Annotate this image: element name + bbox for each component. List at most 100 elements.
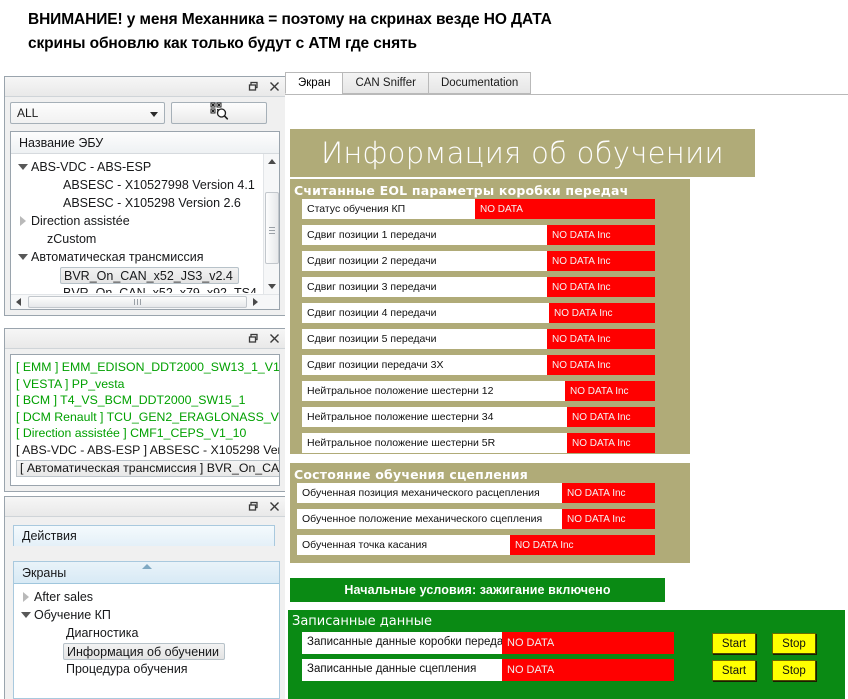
parameter-row: Сдвиг позиции 1 передачиNO DATA Inc: [302, 225, 655, 245]
scroll-down-icon[interactable]: [264, 279, 280, 294]
tree-item[interactable]: Автоматическая трансмиссия: [11, 248, 262, 266]
parameter-label: Статус обучения КП: [302, 199, 475, 219]
loaded-ecu-log-panel: [ EMM ] EMM_EDISON_DDT2000_SW13_1_V1_3[ …: [4, 328, 286, 492]
restore-icon[interactable]: [246, 331, 261, 346]
tree-item[interactable]: Direction assistée: [11, 212, 262, 230]
log-line[interactable]: [ EMM ] EMM_EDISON_DDT2000_SW13_1_V1_3: [16, 359, 274, 376]
tree-item[interactable]: ABSESC - X105298 Version 2.6: [11, 194, 262, 212]
tree-item[interactable]: After sales: [14, 588, 279, 606]
scroll-left-icon[interactable]: [11, 295, 26, 309]
log-list[interactable]: [ EMM ] EMM_EDISON_DDT2000_SW13_1_V1_3[ …: [10, 354, 280, 486]
app-window: ВНИМАНИЕ! у меня Механника = поэтому на …: [0, 0, 848, 699]
log-line[interactable]: [ Direction assistée ] CMF1_CEPS_V1_10: [16, 425, 274, 442]
parameter-row: Нейтральное положение шестерни 34NO DATA…: [302, 407, 655, 427]
ecu-filter-combobox[interactable]: ALL: [10, 102, 165, 124]
restore-icon[interactable]: [246, 79, 261, 94]
screens-tree[interactable]: After salesОбучение КПДиагностикаИнформа…: [14, 585, 279, 698]
parameter-label: Обученная позиция механического расцепле…: [297, 483, 562, 503]
parameter-row: Сдвиг позиции 5 передачиNO DATA Inc: [302, 329, 655, 349]
ecu-vertical-scrollbar[interactable]: [263, 154, 279, 294]
recorded-value: NO DATA: [502, 659, 674, 681]
recorded-row: Записанные данные сцепленияNO DATA: [302, 659, 674, 681]
tab-label: CAN Sniffer: [355, 77, 416, 89]
tree-item[interactable]: Диагностика: [14, 624, 279, 642]
ecu-toolbar: ALL: [10, 102, 280, 124]
parameter-label: Обученная точка касания: [297, 535, 510, 555]
ecu-horizontal-scrollbar[interactable]: [11, 294, 279, 309]
ecu-search-button[interactable]: [171, 102, 267, 124]
collapse-up-icon[interactable]: [142, 564, 152, 569]
parameter-row: Нейтральное положение шестерни 5RNO DATA…: [302, 433, 655, 453]
start-button[interactable]: Start: [712, 633, 756, 654]
close-icon[interactable]: [267, 79, 282, 94]
tab-actions[interactable]: Действия: [13, 525, 275, 546]
tree-item[interactable]: BVR_On_CAN_x52_JS3_v2.4: [11, 266, 262, 284]
ecu-listbox[interactable]: Название ЭБУ ABS-VDC - ABS-ESPABSESC - X…: [10, 131, 280, 310]
restore-icon[interactable]: [246, 499, 261, 514]
tree-item-label: ABSESC - X105298 Version 2.6: [63, 194, 241, 212]
tree-item[interactable]: ABS-VDC - ABS-ESP: [11, 158, 262, 176]
log-line[interactable]: [ BCM ] T4_VS_BCM_DDT2000_SW15_1: [16, 392, 274, 409]
parameter-value: NO DATA Inc: [562, 509, 655, 529]
tree-item-label: Обучение КП: [34, 606, 111, 624]
tree-item[interactable]: Информация об обучении: [14, 642, 279, 660]
tree-item-label: zCustom: [47, 230, 96, 248]
ecu-tree[interactable]: ABS-VDC - ABS-ESPABSESC - X10527998 Vers…: [11, 155, 262, 293]
parameter-value: NO DATA Inc: [547, 329, 655, 349]
qr-search-icon: [209, 102, 229, 125]
ecu-hscroll-thumb[interactable]: [28, 296, 247, 308]
triangle-down-icon[interactable]: [15, 164, 31, 170]
tree-item-label: Процедура обучения: [66, 660, 188, 678]
recorded-value: NO DATA: [502, 632, 674, 654]
parameter-label: Нейтральное положение шестерни 12: [302, 381, 565, 401]
ecu-list-header: Название ЭБУ: [11, 132, 279, 154]
parameter-row: Сдвиг позиции передачи 3XNO DATA Inc: [302, 355, 655, 375]
tab-label: Documentation: [441, 77, 518, 89]
parameter-row: Сдвиг позиции 4 передачиNO DATA Inc: [302, 303, 655, 323]
tree-item[interactable]: Обучение КП: [14, 606, 279, 624]
parameter-value: NO DATA Inc: [547, 277, 655, 297]
log-line[interactable]: [ DCM Renault ] TCU_GEN2_ERAGLONASS_V3.4: [16, 409, 274, 426]
parameter-row: Обученное положение механического сцепле…: [297, 509, 655, 529]
log-panel-caption: [5, 329, 285, 349]
tab-screen[interactable]: Экран: [285, 72, 343, 94]
stop-button[interactable]: Stop: [772, 660, 816, 681]
clutch-section-title: Состояние обучения сцепления: [290, 463, 690, 482]
parameter-label: Сдвиг позиции 2 передачи: [302, 251, 547, 271]
triangle-right-icon[interactable]: [18, 592, 34, 602]
log-line[interactable]: [ Автоматическая трансмиссия ] BVR_On_CA…: [16, 460, 280, 477]
recorded-section-title: Записанные данные: [288, 610, 845, 629]
tab-can-sniffer[interactable]: CAN Sniffer: [342, 72, 429, 94]
triangle-right-icon[interactable]: [15, 216, 31, 226]
tab-label: Экран: [298, 77, 330, 89]
parameter-row: Нейтральное положение шестерни 12NO DATA…: [302, 381, 655, 401]
close-icon[interactable]: [267, 499, 282, 514]
close-icon[interactable]: [267, 331, 282, 346]
stop-button[interactable]: Stop: [772, 633, 816, 654]
tree-item-label: BVR_On_CAN_x52_JS3_v2.4: [60, 267, 239, 284]
scroll-right-icon[interactable]: [248, 295, 263, 309]
tree-item[interactable]: zCustom: [11, 230, 262, 248]
screen-canvas: Информация об обучении Считанные EOL пар…: [285, 95, 848, 699]
tree-item[interactable]: Процедура обучения: [14, 660, 279, 678]
log-line[interactable]: [ ABS-VDC - ABS-ESP ] ABSESC - X105298 V…: [16, 442, 274, 459]
parameter-label: Сдвиг позиции 4 передачи: [302, 303, 549, 323]
chevron-down-icon: [150, 112, 158, 117]
screens-header-label: Экраны: [22, 566, 66, 580]
triangle-down-icon[interactable]: [15, 254, 31, 260]
tree-item[interactable]: BVR_On_CAN_x52_x79_x92_TS4_v1.4: [11, 284, 262, 293]
scroll-up-icon[interactable]: [264, 154, 280, 169]
tab-documentation[interactable]: Documentation: [428, 72, 531, 94]
actions-panel: Действия Экраны After salesОбучение КПДи…: [4, 496, 286, 699]
log-line[interactable]: [ VESTA ] PP_vesta: [16, 376, 274, 393]
ecu-panel-body: ALL: [5, 97, 285, 315]
parameter-value: NO DATA Inc: [565, 381, 655, 401]
start-button[interactable]: Start: [712, 660, 756, 681]
ecu-scroll-thumb[interactable]: [265, 192, 279, 264]
tree-item[interactable]: ABSESC - X10527998 Version 4.1: [11, 176, 262, 194]
tree-item-label: Direction assistée: [31, 212, 130, 230]
recorded-data-section: Записанные данные: [288, 610, 845, 699]
page-title: Информация об обучении: [290, 129, 755, 177]
triangle-down-icon[interactable]: [18, 612, 34, 618]
screens-listbox[interactable]: Экраны After salesОбучение КПДиагностика…: [13, 561, 280, 699]
